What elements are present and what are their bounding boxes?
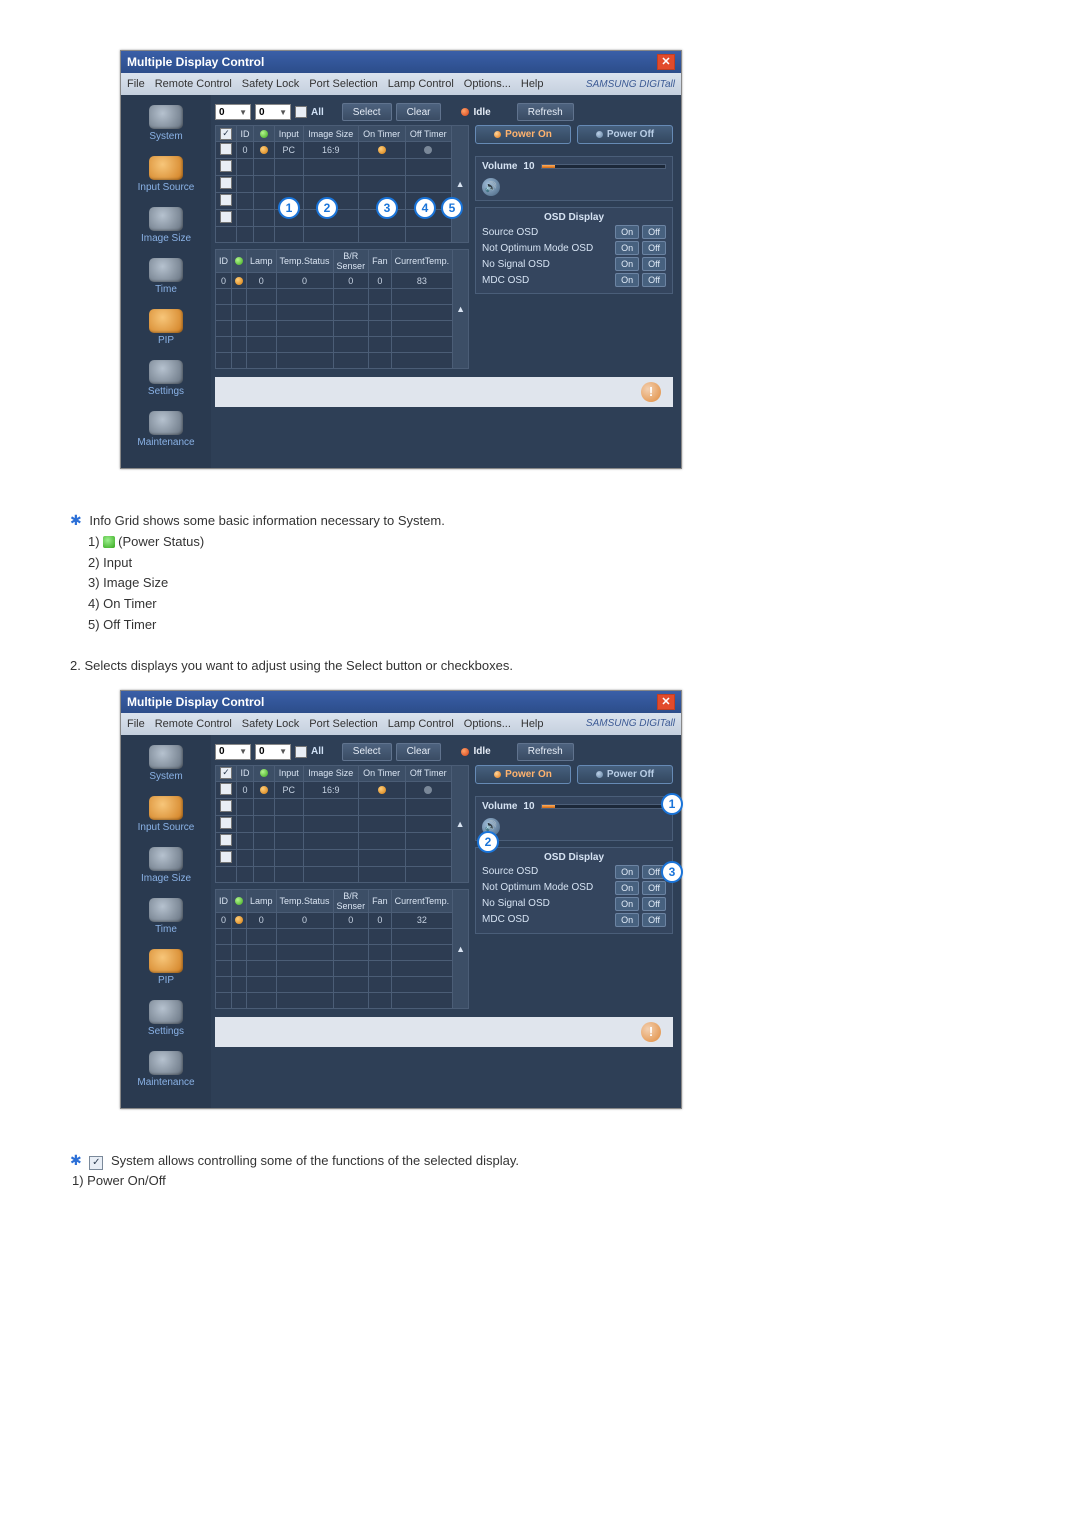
alert-icon: !	[641, 1022, 661, 1042]
time-icon	[149, 258, 183, 282]
status-grid: ID Lamp Temp.Status B/R Senser Fan Curre…	[215, 249, 469, 369]
osd-mdc-on[interactable]: On	[615, 273, 639, 287]
menubar: File Remote Control Safety Lock Port Sel…	[121, 73, 681, 95]
osd-notopt-off[interactable]: Off	[642, 241, 666, 255]
sidebar-image-size[interactable]: Image Size	[121, 847, 211, 884]
sidebar-settings[interactable]: Settings	[121, 1000, 211, 1037]
pip-icon	[149, 309, 183, 333]
sidebar-time[interactable]: Time	[121, 258, 211, 295]
volume-label: Volume	[482, 161, 517, 172]
sidebar-pip[interactable]: PIP	[121, 309, 211, 346]
osd-mdc-label: MDC OSD	[482, 275, 529, 286]
spin-2[interactable]: 0▼	[255, 104, 291, 120]
grid-row[interactable]: 0 PC 16:9	[216, 142, 469, 159]
menu-port[interactable]: Port Selection	[309, 78, 377, 90]
input-source-icon	[149, 156, 183, 180]
select-button[interactable]: Select	[342, 103, 392, 121]
osd-source-on[interactable]: On	[615, 225, 639, 239]
status-row[interactable]: 0 0 0 0 0 83	[216, 273, 469, 289]
header-checkbox[interactable]	[220, 128, 232, 140]
all-label: All	[311, 107, 324, 118]
checkbox-mini-icon: ✓	[89, 1156, 103, 1170]
refresh-button[interactable]: Refresh	[517, 103, 574, 121]
sidebar-system[interactable]: System	[121, 745, 211, 782]
close-icon[interactable]: ✕	[657, 54, 675, 70]
doc2-intro: System allows controlling some of the fu…	[111, 1153, 519, 1168]
window-titlebar: Multiple Display Control ✕	[121, 51, 681, 73]
sidebar-image-size[interactable]: Image Size	[121, 207, 211, 244]
volume-value: 10	[523, 161, 534, 172]
osd-nosig-label: No Signal OSD	[482, 259, 550, 270]
idle-dot-icon	[461, 108, 469, 116]
menu-safety[interactable]: Safety Lock	[242, 78, 299, 90]
sidebar-maintenance[interactable]: Maintenance	[121, 1051, 211, 1088]
star-icon: ✱	[70, 512, 82, 528]
sidebar-maintenance[interactable]: Maintenance	[121, 411, 211, 448]
menubar: File Remote Control Safety Lock Port Sel…	[121, 713, 681, 735]
spin-1[interactable]: 0▼	[215, 104, 251, 120]
idle-indicator: Idle	[461, 107, 490, 118]
info-grid: ID Input Image Size On Timer Off Timer ▲	[215, 125, 469, 243]
close-icon[interactable]: ✕	[657, 694, 675, 710]
image-size-icon	[149, 207, 183, 231]
status-strip: !	[215, 377, 673, 407]
status-scrollbar[interactable]: ▲	[453, 250, 469, 369]
power-on-icon	[494, 131, 501, 138]
sidebar-pip[interactable]: PIP	[121, 949, 211, 986]
osd-nosig-on[interactable]: On	[615, 257, 639, 271]
power-on-button[interactable]: Power On	[475, 125, 571, 144]
sidebar-time[interactable]: Time	[121, 898, 211, 935]
sidebar-settings[interactable]: Settings	[121, 360, 211, 397]
menu-help[interactable]: Help	[521, 78, 544, 90]
doc-text-2: ✱ ✓ System allows controlling some of th…	[70, 1149, 1020, 1193]
sidebar-system[interactable]: System	[121, 105, 211, 142]
window-title: Multiple Display Control	[127, 55, 264, 69]
power-off-icon	[596, 131, 603, 138]
osd-notopt-label: Not Optimum Mode OSD	[482, 243, 593, 254]
star-icon: ✱	[70, 1152, 82, 1168]
alert-icon: !	[641, 382, 661, 402]
status-grid: ID Lamp Temp.Status B/R Senser Fan Curre…	[215, 889, 469, 1009]
doc1-intro: Info Grid shows some basic information n…	[89, 513, 444, 528]
volume-slider[interactable]	[541, 164, 666, 169]
grid-scrollbar[interactable]: ▲	[452, 126, 469, 243]
doc2-item1: 1) Power On/Off	[72, 1173, 166, 1188]
osd-panel: OSD Display Source OSDOnOff Not Optimum …	[475, 207, 673, 294]
row-checkbox[interactable]	[220, 143, 232, 155]
window-titlebar: Multiple Display Control ✕	[121, 691, 681, 713]
speaker-icon[interactable]: 🔊	[482, 178, 500, 196]
sidebar-input-source[interactable]: Input Source	[121, 796, 211, 833]
row-power-icon	[260, 146, 268, 154]
maintenance-icon	[149, 411, 183, 435]
speaker-icon[interactable]: 🔊	[482, 818, 500, 836]
power-status-icon	[260, 130, 268, 138]
settings-icon	[149, 360, 183, 384]
osd-source-off[interactable]: Off	[642, 225, 666, 239]
menu-lamp[interactable]: Lamp Control	[388, 78, 454, 90]
menu-remote[interactable]: Remote Control	[155, 78, 232, 90]
brand-label: SAMSUNG DIGITall	[586, 79, 675, 90]
volume-panel: Volume 10 🔊	[475, 156, 673, 201]
sidebar: System Input Source Image Size Time PIP …	[121, 95, 211, 468]
sidebar-input-source[interactable]: Input Source	[121, 156, 211, 193]
doc1-step2: 2. Selects displays you want to adjust u…	[70, 656, 1020, 677]
menu-file[interactable]: File	[127, 78, 145, 90]
osd-mdc-off[interactable]: Off	[642, 273, 666, 287]
power-status-mini-icon	[103, 536, 115, 548]
menu-options[interactable]: Options...	[464, 78, 511, 90]
system-icon	[149, 105, 183, 129]
osd-nosig-off[interactable]: Off	[642, 257, 666, 271]
all-checkbox[interactable]	[295, 106, 307, 118]
osd-notopt-on[interactable]: On	[615, 241, 639, 255]
doc-text-1: ✱ Info Grid shows some basic information…	[70, 509, 1020, 677]
osd-title: OSD Display	[482, 212, 666, 223]
osd-source-label: Source OSD	[482, 227, 538, 238]
clear-button[interactable]: Clear	[396, 103, 442, 121]
info-grid: ID Input Image Size On Timer Off Timer ▲	[215, 765, 469, 883]
power-off-button[interactable]: Power Off	[577, 125, 673, 144]
